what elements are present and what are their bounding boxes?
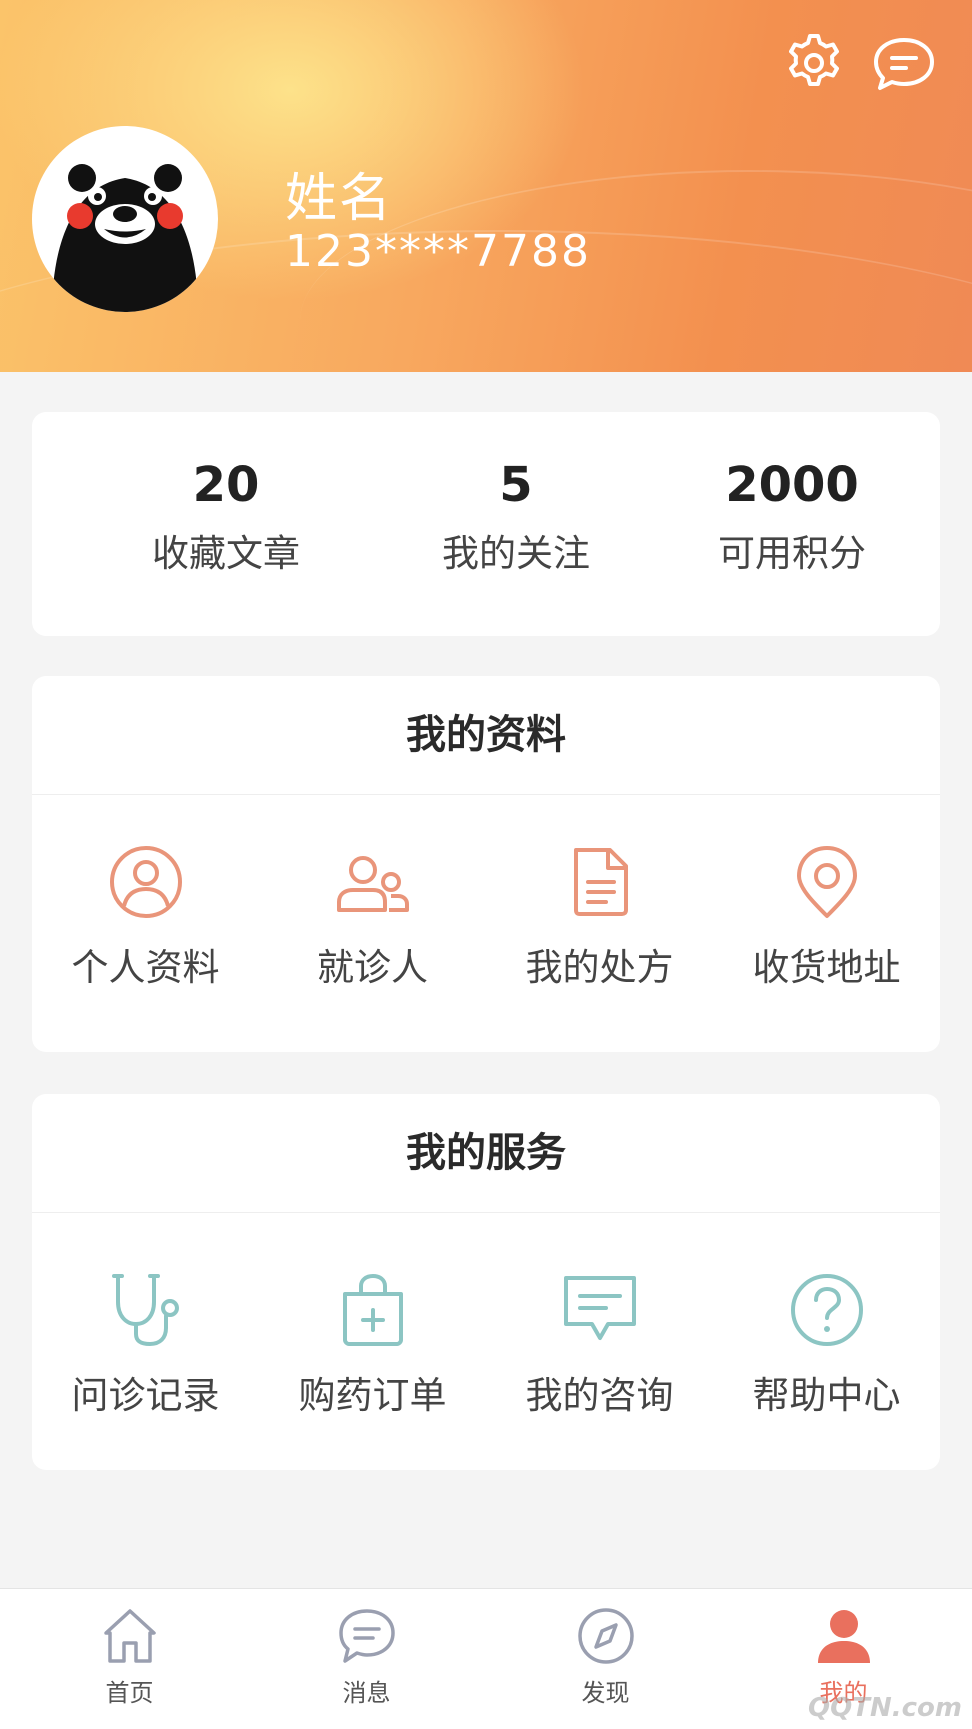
stat-favorites[interactable]: 20 收藏文章 [96, 452, 356, 584]
profile-item[interactable]: 个人资料 [32, 844, 259, 992]
stat-value: 2000 [725, 457, 859, 513]
item-label: 个人资料 [71, 946, 220, 989]
item-label: 帮助中心 [752, 1374, 901, 1417]
message-bubble-icon [338, 1609, 395, 1663]
item-label: 我的处方 [525, 946, 674, 989]
settings-button[interactable] [783, 32, 845, 98]
help-center-item[interactable]: 帮助中心 [713, 1272, 940, 1420]
item-label: 收货地址 [752, 946, 901, 989]
my-info-title: 我的资料 [32, 676, 940, 795]
tab-messages[interactable]: 消息 [245, 1607, 488, 1708]
consult-records-item[interactable]: 问诊记录 [32, 1272, 259, 1420]
patients-item[interactable]: 就诊人 [259, 844, 486, 992]
user-circle-icon [109, 846, 182, 918]
my-consultations-item[interactable]: 我的咨询 [486, 1272, 713, 1420]
bear-avatar-icon [52, 164, 198, 312]
stat-following[interactable]: 5 我的关注 [386, 452, 646, 584]
stat-points[interactable]: 2000 可用积分 [662, 452, 922, 584]
item-label: 购药订单 [298, 1374, 447, 1417]
gear-icon [789, 34, 839, 86]
watermark: QQTN.com [808, 1693, 962, 1723]
stats-card: 20 收藏文章 5 我的关注 2000 可用积分 [32, 412, 940, 636]
prescription-item[interactable]: 我的处方 [486, 844, 713, 992]
bottom-tab-bar: 首页 消息 发现 我的 QQTN.com [0, 1588, 972, 1729]
stat-label: 我的关注 [442, 532, 590, 575]
stat-value: 20 [192, 457, 260, 513]
location-pin-icon [796, 846, 857, 918]
avatar[interactable] [32, 126, 218, 312]
home-icon [103, 1609, 156, 1663]
tab-label: 首页 [105, 1679, 154, 1707]
help-circle-icon [790, 1274, 863, 1346]
stat-label: 收藏文章 [152, 532, 300, 575]
stat-value: 5 [499, 457, 533, 513]
person-icon [817, 1610, 870, 1663]
tab-home[interactable]: 首页 [8, 1607, 251, 1708]
tab-label: 发现 [581, 1679, 630, 1707]
item-label: 我的咨询 [525, 1374, 674, 1417]
my-services-title: 我的服务 [32, 1094, 940, 1213]
item-label: 问诊记录 [71, 1374, 220, 1417]
patients-icon [336, 856, 409, 912]
stat-label: 可用积分 [718, 532, 866, 575]
chat-bubble-icon [874, 38, 934, 90]
shopping-bag-icon [342, 1274, 403, 1346]
compass-icon [577, 1608, 634, 1664]
tab-discover[interactable]: 发现 [484, 1607, 727, 1708]
user-phone: 123****7788 [285, 226, 591, 277]
my-info-card: 我的资料 个人资料 就诊人 我的处方 收货地址 [32, 676, 940, 1052]
profile-header: 姓名 123****7788 [0, 0, 972, 372]
tab-label: 消息 [342, 1679, 391, 1707]
message-icon [563, 1276, 636, 1340]
my-services-card: 我的服务 问诊记录 购药订单 我的咨询 帮助中心 [32, 1094, 940, 1470]
user-name: 姓名 [285, 169, 394, 229]
medicine-orders-item[interactable]: 购药订单 [259, 1272, 486, 1420]
document-icon [573, 848, 628, 916]
stethoscope-icon [111, 1274, 179, 1346]
item-label: 就诊人 [317, 946, 428, 989]
message-button[interactable] [872, 34, 936, 98]
address-item[interactable]: 收货地址 [713, 844, 940, 992]
